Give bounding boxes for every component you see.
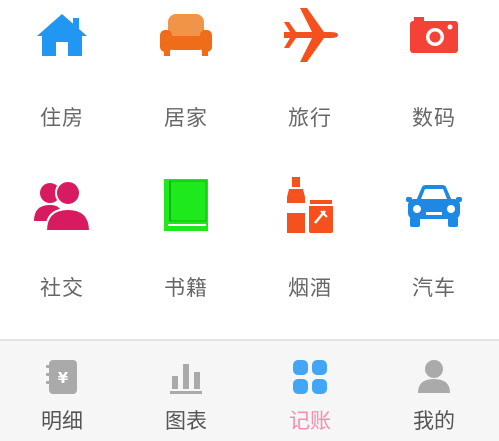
- category-label: 居家: [164, 106, 208, 130]
- svg-text:¥: ¥: [58, 369, 69, 387]
- category-label: 旅行: [288, 106, 332, 130]
- tab-bookkeeping[interactable]: 记账: [248, 341, 372, 441]
- tab-label: 图表: [165, 409, 207, 433]
- house-icon: [0, 0, 124, 70]
- bar-chart-icon: [124, 355, 248, 399]
- category-label: 社交: [40, 276, 84, 300]
- car-icon: [372, 170, 496, 240]
- airplane-icon: [248, 0, 372, 70]
- category-home[interactable]: 居家: [124, 0, 248, 130]
- book-icon: [124, 170, 248, 240]
- tab-charts[interactable]: 图表: [124, 341, 248, 441]
- category-label: 数码: [412, 106, 456, 130]
- category-digital[interactable]: 数码: [372, 0, 496, 130]
- sofa-icon: [124, 0, 248, 70]
- tab-label: 我的: [413, 409, 455, 433]
- category-books[interactable]: 书籍: [124, 170, 248, 300]
- category-travel[interactable]: 旅行: [248, 0, 372, 130]
- category-car[interactable]: 汽车: [372, 170, 496, 300]
- camera-icon: [372, 0, 496, 70]
- people-icon: [0, 170, 124, 240]
- bottle-lighter-icon: [248, 170, 372, 240]
- category-label: 住房: [40, 106, 84, 130]
- category-grid: 住房 居家 旅行 数码 社交 书籍 烟酒 汽车: [0, 0, 499, 339]
- tab-details[interactable]: ¥ 明细: [0, 341, 124, 441]
- tab-label: 明细: [41, 409, 83, 433]
- category-label: 书籍: [164, 276, 208, 300]
- tab-label: 记账: [289, 409, 331, 433]
- category-housing[interactable]: 住房: [0, 0, 124, 130]
- category-label: 烟酒: [288, 276, 332, 300]
- grid-four-icon: [248, 355, 372, 399]
- ledger-icon: ¥: [0, 355, 124, 399]
- category-label: 汽车: [412, 276, 456, 300]
- bottom-tab-bar: ¥ 明细 图表 记账 我的: [0, 341, 499, 441]
- category-social[interactable]: 社交: [0, 170, 124, 300]
- category-tobacco-alcohol[interactable]: 烟酒: [248, 170, 372, 300]
- user-icon: [372, 355, 496, 399]
- tab-profile[interactable]: 我的: [372, 341, 496, 441]
